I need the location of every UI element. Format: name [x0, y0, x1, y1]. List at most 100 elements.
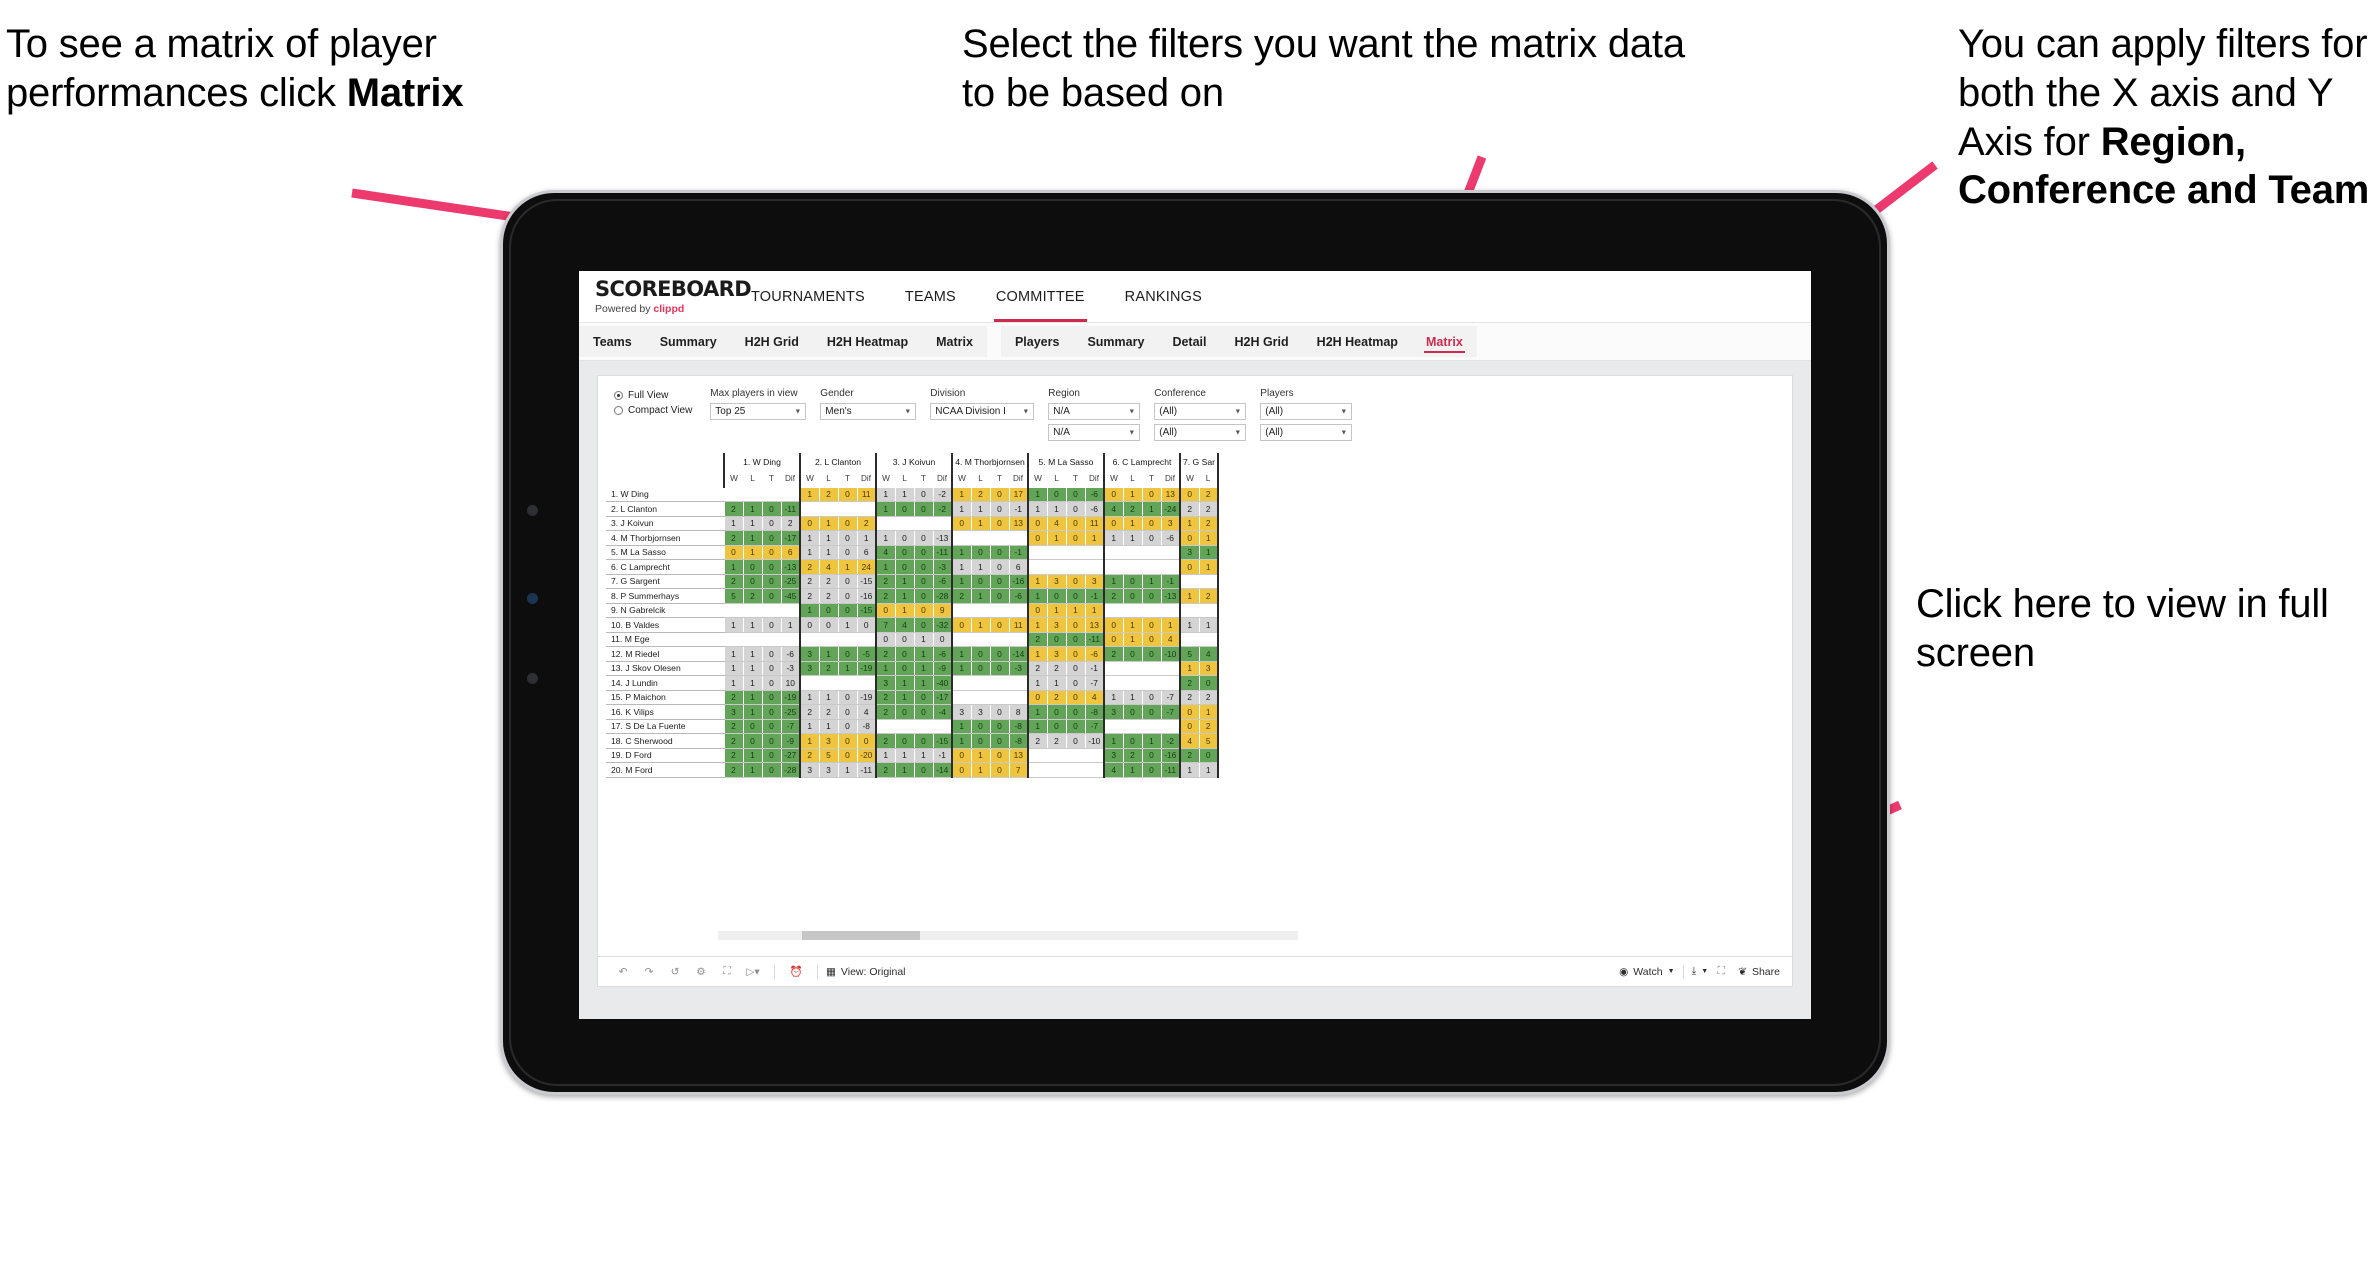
matrix-cell[interactable]: 0: [1065, 573, 1086, 589]
matrix-cell[interactable]: 0: [761, 675, 782, 691]
select-region-x[interactable]: N/A ▼: [1048, 403, 1141, 420]
matrix-cell[interactable]: 0: [951, 747, 972, 763]
matrix-cell[interactable]: -1: [1084, 588, 1105, 604]
matrix-cell[interactable]: 0: [856, 733, 877, 749]
matrix-cell[interactable]: 24: [856, 559, 877, 575]
matrix-cell[interactable]: 1: [1027, 588, 1048, 604]
refresh-icon[interactable]: ⚙: [688, 961, 714, 983]
matrix-cell[interactable]: 0: [875, 602, 896, 618]
matrix-cell[interactable]: 1: [818, 515, 839, 531]
matrix-cell-empty[interactable]: [1046, 559, 1067, 575]
matrix-cell[interactable]: 0: [1103, 515, 1124, 531]
matrix-cell[interactable]: 0: [989, 733, 1010, 749]
matrix-cell-empty[interactable]: [989, 631, 1010, 647]
matrix-cell[interactable]: 1: [742, 617, 763, 633]
matrix-cell[interactable]: 1: [875, 559, 896, 575]
matrix-cell[interactable]: 0: [761, 544, 782, 560]
matrix-cell[interactable]: 1: [1027, 486, 1048, 502]
select-gender[interactable]: Men's ▼: [820, 403, 917, 420]
matrix-cell[interactable]: 4: [856, 704, 877, 720]
matrix-cell[interactable]: 1: [875, 501, 896, 517]
matrix-cell[interactable]: 0: [1103, 617, 1124, 633]
matrix-cell[interactable]: 1: [1198, 762, 1219, 778]
matrix-cell[interactable]: -6: [932, 646, 953, 662]
matrix-cell-empty[interactable]: [856, 501, 877, 517]
matrix-cell-empty[interactable]: [913, 718, 934, 734]
matrix-cell[interactable]: 0: [913, 544, 934, 560]
matrix-cell-empty[interactable]: [1008, 689, 1029, 705]
matrix-cell-empty[interactable]: [951, 602, 972, 618]
matrix-cell[interactable]: 1: [970, 501, 991, 517]
matrix-cell[interactable]: 0: [894, 501, 915, 517]
matrix-cell[interactable]: 0: [742, 573, 763, 589]
matrix-cell[interactable]: 0: [913, 689, 934, 705]
matrix-cell[interactable]: 1: [875, 660, 896, 676]
matrix-cell[interactable]: -14: [932, 762, 953, 778]
nav-item-committee[interactable]: COMMITTEE: [976, 271, 1105, 322]
matrix-cell-empty[interactable]: [970, 689, 991, 705]
matrix-cell[interactable]: 0: [761, 530, 782, 546]
matrix-cell-empty[interactable]: [1027, 559, 1048, 575]
matrix-cell-empty[interactable]: [1084, 544, 1105, 560]
matrix-cell[interactable]: 1: [894, 747, 915, 763]
matrix-cell[interactable]: 2: [875, 733, 896, 749]
matrix-cell[interactable]: 1: [1122, 762, 1143, 778]
matrix-cell[interactable]: 1: [837, 617, 858, 633]
matrix-cell[interactable]: 0: [1122, 733, 1143, 749]
matrix-cell[interactable]: 1: [742, 675, 763, 691]
matrix-cell[interactable]: 2: [1198, 501, 1219, 517]
matrix-cell[interactable]: 1: [1027, 617, 1048, 633]
matrix-cell[interactable]: 1: [818, 718, 839, 734]
matrix-cell[interactable]: -19: [856, 689, 877, 705]
matrix-cell[interactable]: -1: [1084, 660, 1105, 676]
matrix-cell[interactable]: -32: [932, 617, 953, 633]
matrix-cell[interactable]: 0: [761, 747, 782, 763]
tab-players-h2h-heatmap[interactable]: H2H Heatmap: [1303, 326, 1412, 357]
matrix-cell[interactable]: 0: [989, 544, 1010, 560]
matrix-cell[interactable]: 2: [1103, 646, 1124, 662]
matrix-cell[interactable]: 2: [723, 747, 744, 763]
matrix-cell[interactable]: 0: [970, 646, 991, 662]
matrix-cell[interactable]: 1: [723, 515, 744, 531]
matrix-cell[interactable]: 1: [970, 617, 991, 633]
matrix-cell[interactable]: 2: [799, 559, 820, 575]
matrix-cell[interactable]: 1: [1027, 718, 1048, 734]
matrix-cell[interactable]: 3: [1103, 704, 1124, 720]
matrix-cell[interactable]: 4: [875, 544, 896, 560]
matrix-cell[interactable]: 0: [799, 515, 820, 531]
matrix-cell[interactable]: 0: [837, 486, 858, 502]
matrix-cell[interactable]: 1: [723, 675, 744, 691]
matrix-cell[interactable]: 1: [894, 486, 915, 502]
matrix-cell[interactable]: 0: [894, 544, 915, 560]
matrix-cell[interactable]: 1: [894, 675, 915, 691]
matrix-cell[interactable]: -40: [932, 675, 953, 691]
horizontal-scrollbar[interactable]: [718, 931, 1298, 940]
tab-teams[interactable]: Teams: [579, 326, 646, 357]
matrix-cell[interactable]: 13: [1084, 617, 1105, 633]
device-layout-icon[interactable]: ▷▾: [740, 961, 766, 983]
matrix-cell[interactable]: 3: [1084, 573, 1105, 589]
matrix-cell[interactable]: 1: [1084, 530, 1105, 546]
matrix-cell[interactable]: 0: [1122, 588, 1143, 604]
matrix-cell[interactable]: 0: [989, 704, 1010, 720]
matrix-cell[interactable]: 3: [799, 660, 820, 676]
matrix-cell[interactable]: 4: [894, 617, 915, 633]
select-conference-x[interactable]: (All) ▼: [1154, 403, 1247, 420]
matrix-cell[interactable]: 1: [742, 762, 763, 778]
matrix-cell[interactable]: 1: [1122, 617, 1143, 633]
matrix-cell[interactable]: 1: [913, 631, 934, 647]
matrix-cell[interactable]: -11: [780, 501, 801, 517]
matrix-cell-empty[interactable]: [1122, 559, 1143, 575]
matrix-cell[interactable]: 3: [818, 762, 839, 778]
matrix-cell[interactable]: 3: [951, 704, 972, 720]
matrix-cell[interactable]: 0: [1065, 631, 1086, 647]
matrix-cell[interactable]: 0: [1065, 660, 1086, 676]
matrix-cell[interactable]: 1: [970, 747, 991, 763]
matrix-cell[interactable]: 4: [818, 559, 839, 575]
matrix-cell[interactable]: 0: [761, 617, 782, 633]
matrix-cell-empty[interactable]: [818, 501, 839, 517]
matrix-cell[interactable]: 6: [780, 544, 801, 560]
matrix-cell[interactable]: -25: [780, 573, 801, 589]
matrix-cell[interactable]: 2: [818, 704, 839, 720]
matrix-cell[interactable]: 1: [818, 646, 839, 662]
